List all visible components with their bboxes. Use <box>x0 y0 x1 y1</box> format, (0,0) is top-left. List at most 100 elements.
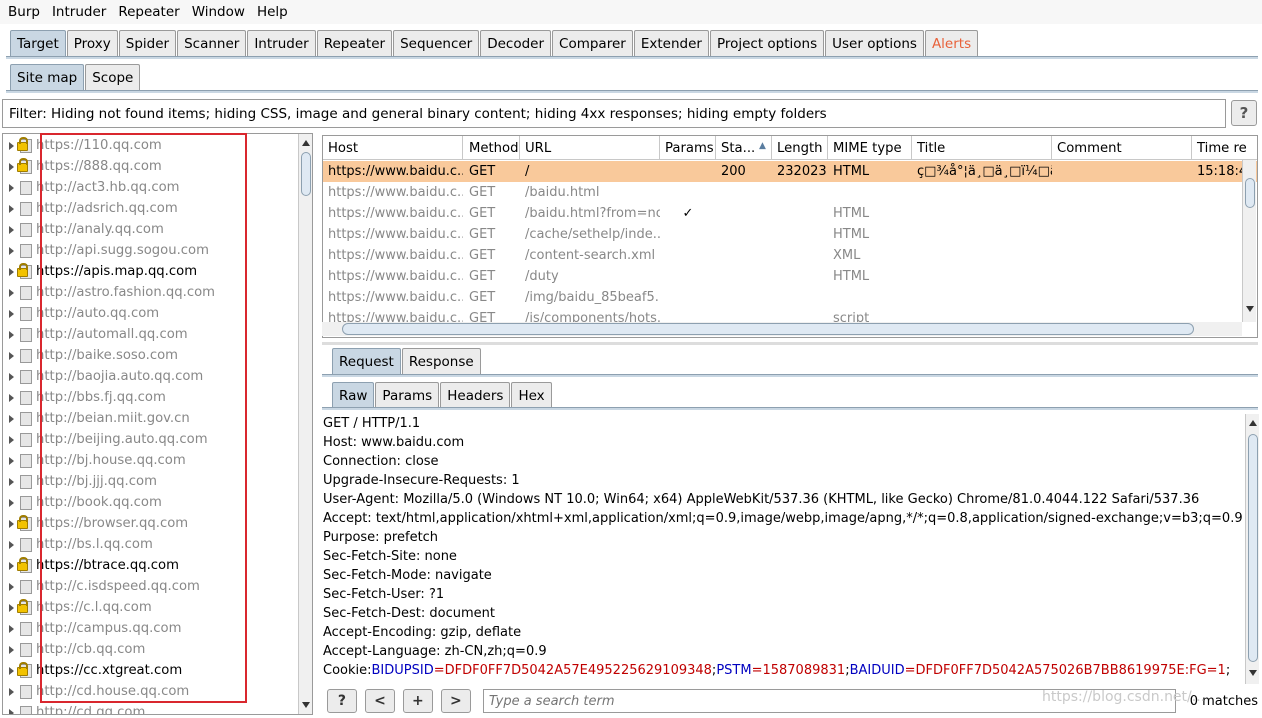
expand-arrow-icon[interactable] <box>9 603 14 612</box>
cell-url: /content-search.xml <box>525 248 656 263</box>
table-row[interactable]: https://www.baidu.c... GET/duty HTML <box>323 266 1257 287</box>
view-tab-hex[interactable]: Hex <box>511 382 552 408</box>
tab-comparer[interactable]: Comparer <box>552 30 633 56</box>
expand-arrow-icon[interactable] <box>9 162 14 171</box>
raw-scroll-up-icon[interactable] <box>1249 420 1257 426</box>
lock-icon <box>17 556 28 571</box>
subtab-scope[interactable]: Scope <box>85 64 141 90</box>
help-button[interactable]: ? <box>1231 100 1257 126</box>
view-tab-params[interactable]: Params <box>375 382 440 408</box>
column-header-host[interactable]: Host <box>323 136 463 160</box>
folder-icon <box>20 537 32 552</box>
menu-intruder[interactable]: Intruder <box>50 4 108 20</box>
prev-match-button[interactable]: < <box>364 689 395 713</box>
tree-scroll-thumb[interactable] <box>301 152 311 196</box>
expand-arrow-icon[interactable] <box>9 288 14 297</box>
requests-table[interactable]: Host Method URL Params Sta... Length MIME type… <box>322 135 1258 338</box>
tree-node[interactable]: http://cd.qq.com <box>3 702 145 714</box>
table-scrollbar[interactable] <box>1242 160 1256 322</box>
tab-scanner[interactable]: Scanner <box>177 30 247 56</box>
expand-arrow-icon[interactable] <box>9 267 14 276</box>
table-row[interactable]: https://www.baidu.c... GET / 200 232023 HTML ç… <box>323 161 1257 182</box>
column-header-length[interactable]: Length <box>772 136 828 160</box>
expand-arrow-icon[interactable] <box>9 435 14 444</box>
filter-bar[interactable]: Filter: Hiding not found items; hiding C… <box>2 99 1226 128</box>
raw-request-editor[interactable]: GET / HTTP/1.1 Host: www.baidu.com Connect… <box>322 414 1244 684</box>
watermark: https://blog.csdn.net/... <box>1042 689 1206 705</box>
table-hscrollbar[interactable] <box>322 322 1242 336</box>
expand-arrow-icon[interactable] <box>9 645 14 654</box>
scroll-down-icon[interactable] <box>302 702 310 708</box>
expand-arrow-icon[interactable] <box>9 624 14 633</box>
expand-arrow-icon[interactable] <box>9 183 14 192</box>
table-scroll-thumb[interactable] <box>1245 178 1255 208</box>
view-tab-headers[interactable]: Headers <box>440 382 511 408</box>
column-header-time[interactable]: Time re <box>1192 136 1257 160</box>
raw-scroll-down-icon[interactable] <box>1249 670 1257 676</box>
table-scroll-down-icon[interactable] <box>1246 306 1254 312</box>
expand-arrow-icon[interactable] <box>9 372 14 381</box>
expand-arrow-icon[interactable] <box>9 414 14 423</box>
column-header-comment[interactable]: Comment <box>1052 136 1192 160</box>
next-match-button[interactable]: > <box>440 689 471 713</box>
tab-project-options[interactable]: Project options <box>709 30 825 56</box>
column-header-params[interactable]: Params <box>660 136 716 160</box>
raw-scrollbar[interactable] <box>1245 414 1259 684</box>
tab-repeater[interactable]: Repeater <box>316 30 393 56</box>
tab-proxy[interactable]: Proxy <box>66 30 118 56</box>
table-hscroll-thumb[interactable] <box>342 323 1194 335</box>
search-help-button[interactable]: ? <box>327 689 357 713</box>
expand-arrow-icon[interactable] <box>9 225 14 234</box>
expand-arrow-icon[interactable] <box>9 351 14 360</box>
view-tab-raw[interactable]: Raw <box>332 382 375 408</box>
expand-arrow-icon[interactable] <box>9 330 14 339</box>
tree-scrollbar[interactable] <box>298 134 312 714</box>
expand-arrow-icon[interactable] <box>9 204 14 213</box>
menu-repeater[interactable]: Repeater <box>116 4 181 20</box>
expand-arrow-icon[interactable] <box>9 687 14 696</box>
expand-arrow-icon[interactable] <box>9 393 14 402</box>
add-button[interactable]: + <box>402 689 433 713</box>
tab-spider[interactable]: Spider <box>118 30 177 56</box>
expand-arrow-icon[interactable] <box>9 519 14 528</box>
menu-window[interactable]: Window <box>190 4 247 20</box>
tab-target[interactable]: Target <box>10 30 66 56</box>
menu-burp[interactable]: Burp <box>6 4 42 20</box>
panel-tab-request[interactable]: Request <box>332 348 401 374</box>
table-row[interactable]: https://www.baidu.c... GET/content-search… <box>323 245 1257 266</box>
expand-arrow-icon[interactable] <box>9 498 14 507</box>
scroll-up-icon[interactable] <box>302 140 310 146</box>
raw-scroll-thumb[interactable] <box>1248 434 1258 662</box>
column-header-url[interactable]: URL <box>520 136 660 160</box>
expand-arrow-icon[interactable] <box>9 141 14 150</box>
expand-arrow-icon[interactable] <box>9 708 14 714</box>
table-row[interactable]: https://www.baidu.c... GET/baidu.html?fro… <box>323 203 1257 224</box>
column-header-method[interactable]: Method <box>464 136 520 160</box>
expand-arrow-icon[interactable] <box>9 456 14 465</box>
cell-method: GET <box>469 227 496 242</box>
expand-arrow-icon[interactable] <box>9 246 14 255</box>
tab-intruder[interactable]: Intruder <box>247 30 316 56</box>
panel-splitter[interactable] <box>322 342 1258 345</box>
panel-tab-response[interactable]: Response <box>401 348 481 374</box>
expand-arrow-icon[interactable] <box>9 540 14 549</box>
tab-decoder[interactable]: Decoder <box>480 30 552 56</box>
tab-sequencer[interactable]: Sequencer <box>393 30 480 56</box>
expand-arrow-icon[interactable] <box>9 477 14 486</box>
table-row[interactable]: https://www.baidu.c... GET/baidu.html <box>323 182 1257 203</box>
tab-alerts[interactable]: Alerts <box>924 30 979 56</box>
tab-extender[interactable]: Extender <box>633 30 709 56</box>
column-header-title[interactable]: Title <box>912 136 1052 160</box>
lock-icon <box>17 598 28 613</box>
tab-user-options[interactable]: User options <box>825 30 924 56</box>
table-row[interactable]: https://www.baidu.c... GET/img/baidu_85be… <box>323 287 1257 308</box>
expand-arrow-icon[interactable] <box>9 309 14 318</box>
subtab-site-map[interactable]: Site map <box>10 64 85 90</box>
menu-help[interactable]: Help <box>255 4 290 20</box>
raw-line: Sec-Fetch-Dest: document <box>323 606 496 621</box>
table-row[interactable]: https://www.baidu.c... GET/cache/sethelp/… <box>323 224 1257 245</box>
expand-arrow-icon[interactable] <box>9 666 14 675</box>
expand-arrow-icon[interactable] <box>9 561 14 570</box>
expand-arrow-icon[interactable] <box>9 582 14 591</box>
column-header-mime[interactable]: MIME type <box>828 136 912 160</box>
